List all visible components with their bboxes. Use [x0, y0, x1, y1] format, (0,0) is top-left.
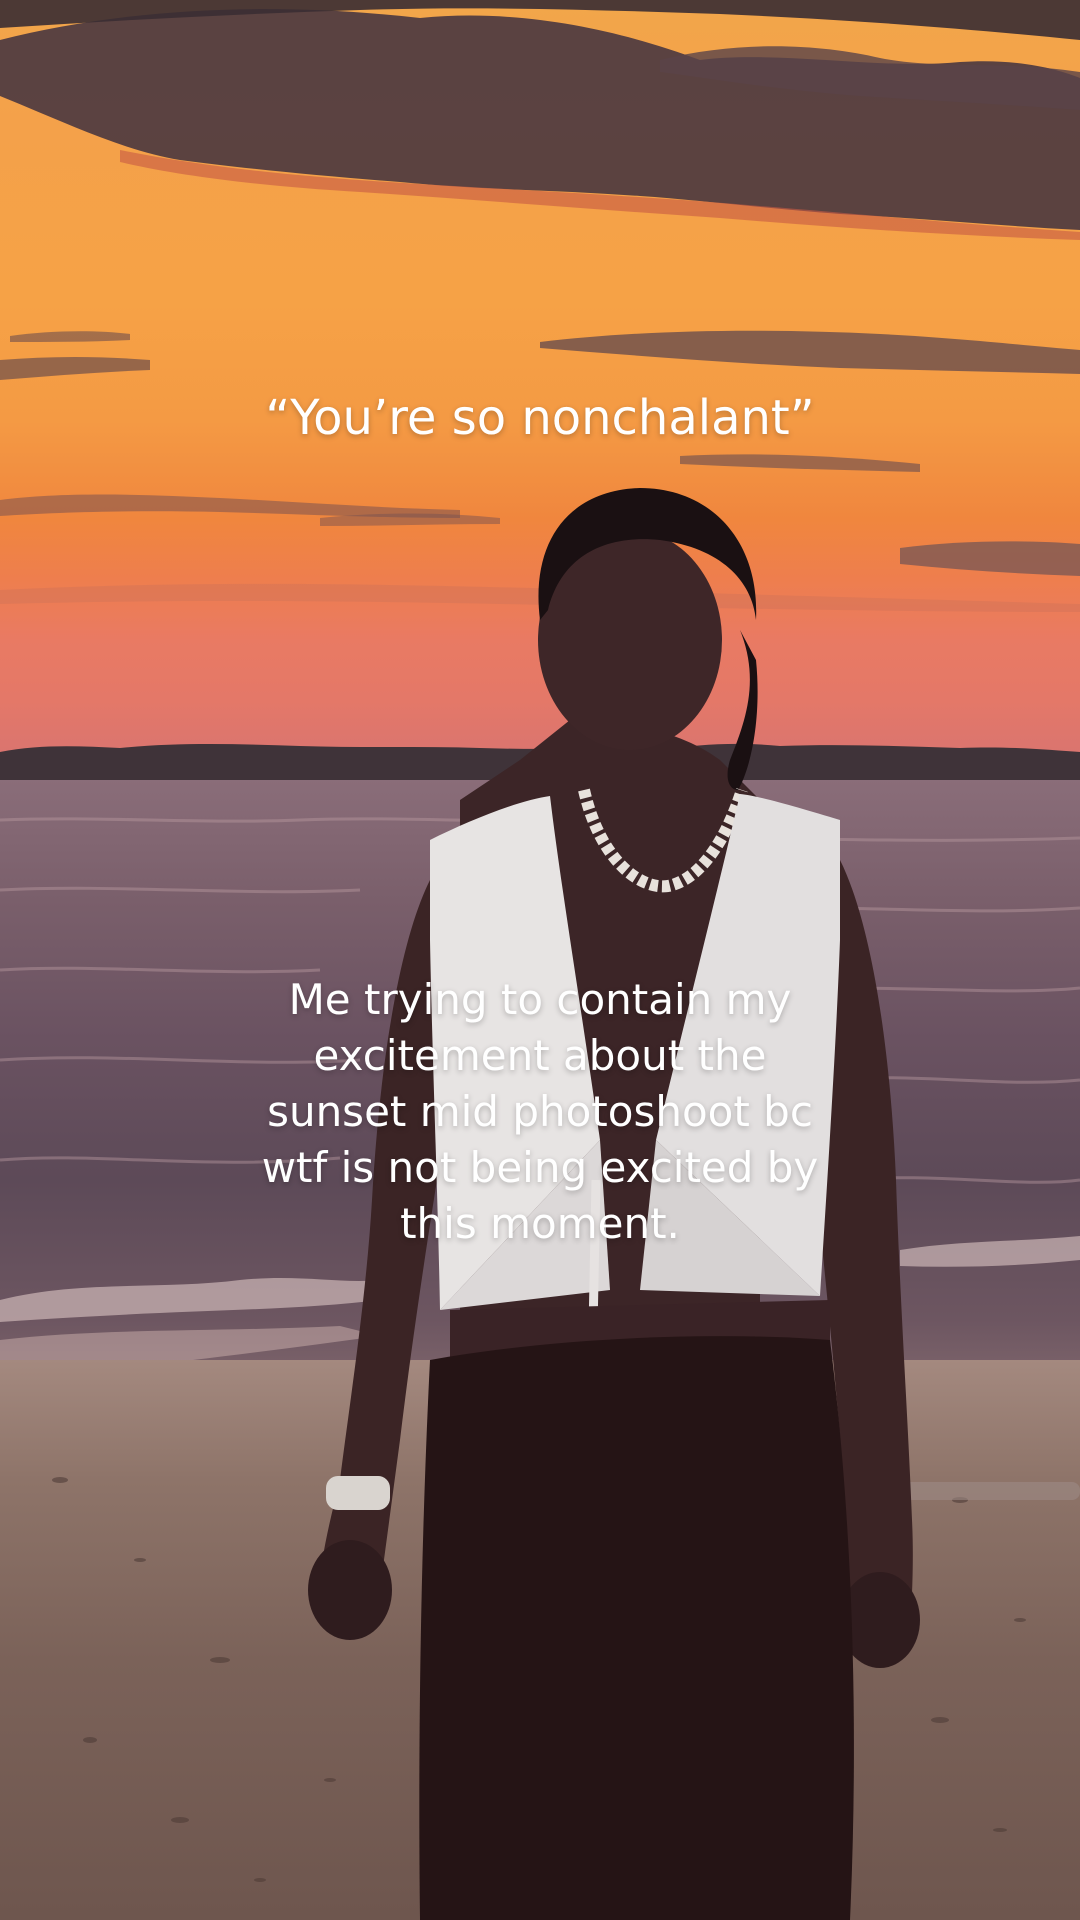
caption-top: “You’re so nonchalant” [265, 390, 815, 446]
caption-main: Me trying to contain my excitement about… [261, 975, 819, 1248]
video-frame: “You’re so nonchalant” Me trying to cont… [0, 0, 1080, 1920]
woman-figure [308, 488, 920, 1920]
